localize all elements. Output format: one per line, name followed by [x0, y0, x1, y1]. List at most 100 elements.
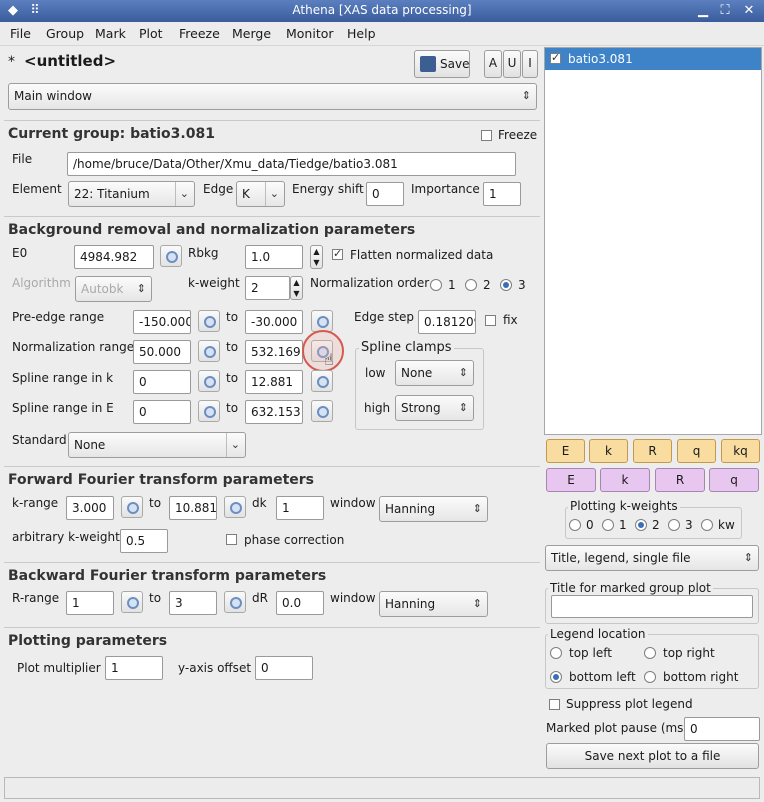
- preedge-from-field[interactable]: -150.000: [133, 310, 191, 334]
- splinek-to-field[interactable]: 12.881: [245, 370, 303, 394]
- rrange-from-field[interactable]: 1: [66, 591, 114, 615]
- krange-from-field[interactable]: 3.000: [66, 496, 114, 520]
- splinee-from-field[interactable]: 0: [133, 400, 191, 424]
- menu-merge[interactable]: Merge: [232, 26, 271, 41]
- view-selector[interactable]: Main window ⇕: [8, 83, 537, 110]
- suppress-legend-checkbox[interactable]: [549, 699, 560, 710]
- kweight-radio-1[interactable]: [602, 519, 614, 531]
- normrange-from-field[interactable]: 50.000: [133, 340, 191, 364]
- kweight-radio-0[interactable]: [569, 519, 581, 531]
- backward-window-value: Hanning: [385, 597, 436, 611]
- preedge-to-field[interactable]: -30.000: [245, 310, 303, 334]
- menu-group[interactable]: Group: [46, 26, 84, 41]
- file-path-field[interactable]: /home/bruce/Data/Other/Xmu_data/Tiedge/b…: [67, 152, 516, 176]
- plot-kq-button[interactable]: kq: [721, 439, 760, 463]
- edge-step-field[interactable]: 0.181209: [418, 310, 476, 334]
- menu-help[interactable]: Help: [347, 26, 376, 41]
- splinee-to-pick-button[interactable]: [311, 400, 333, 422]
- minimize-icon[interactable]: ▁: [694, 2, 712, 20]
- clamp-low-select[interactable]: None ⇕: [395, 360, 474, 386]
- legend-bottom-left-radio[interactable]: [550, 671, 562, 683]
- plot-marked-q-button[interactable]: q: [709, 468, 759, 492]
- fix-checkbox[interactable]: [485, 315, 496, 326]
- plot-style-select[interactable]: Title, legend, single file ⇕: [545, 545, 759, 571]
- menu-file[interactable]: File: [10, 26, 31, 41]
- splinek-from-pick-button[interactable]: [198, 370, 220, 392]
- splinee-from-pick-button[interactable]: [198, 400, 220, 422]
- kweight-radio-2[interactable]: [635, 519, 647, 531]
- close-icon[interactable]: ✕: [740, 2, 758, 20]
- legend-bottom-right-radio[interactable]: [644, 671, 656, 683]
- krange-to-field[interactable]: 10.881: [169, 496, 217, 520]
- forward-window-select[interactable]: Hanning ⇕: [379, 496, 488, 522]
- dr-field[interactable]: 0.0: [276, 591, 324, 615]
- energy-shift-field[interactable]: 0: [366, 182, 404, 206]
- importance-field[interactable]: 1: [483, 182, 521, 206]
- plot-q-button[interactable]: q: [677, 439, 716, 463]
- norm-order-radio-3[interactable]: [500, 279, 512, 291]
- maximize-icon[interactable]: ⛶: [716, 2, 734, 20]
- normrange-to-field[interactable]: 532.169: [245, 340, 303, 364]
- splinee-to-field[interactable]: 632.1531: [245, 400, 303, 424]
- list-item[interactable]: batio3.081: [545, 48, 761, 70]
- preedge-to-pick-button[interactable]: [311, 310, 333, 332]
- updown-icon: ⇕: [458, 401, 468, 414]
- menu-plot[interactable]: Plot: [139, 26, 163, 41]
- plot-marked-e-button[interactable]: E: [546, 468, 596, 492]
- rrange-from-pick-button[interactable]: [121, 591, 143, 613]
- plot-pause-field[interactable]: 0: [684, 717, 760, 741]
- plot-r-button[interactable]: R: [633, 439, 672, 463]
- splinek-from-field[interactable]: 0: [133, 370, 191, 394]
- kweight-radio-kw[interactable]: [701, 519, 713, 531]
- krange-from-pick-button[interactable]: [121, 496, 143, 518]
- kweight-radio-3[interactable]: [668, 519, 680, 531]
- splinek-label: Spline range in k: [12, 371, 114, 385]
- legend-top-right-radio[interactable]: [644, 647, 656, 659]
- rrange-to-field[interactable]: 3: [169, 591, 217, 615]
- e0-pick-button[interactable]: [160, 245, 182, 267]
- mark-checkbox[interactable]: [550, 51, 561, 64]
- plot-title-field[interactable]: [551, 595, 753, 618]
- flatten-checkbox[interactable]: [332, 247, 343, 260]
- preedge-from-pick-button[interactable]: [198, 310, 220, 332]
- rbkg-field[interactable]: 1.0: [245, 245, 303, 269]
- backward-window-select[interactable]: Hanning ⇕: [379, 591, 488, 617]
- group-list[interactable]: batio3.081: [544, 47, 762, 435]
- menu-freeze[interactable]: Freeze: [179, 26, 220, 41]
- clamp-high-select[interactable]: Strong ⇕: [395, 395, 474, 421]
- save-button[interactable]: Save: [414, 50, 470, 78]
- i-button[interactable]: I: [522, 50, 538, 78]
- kweight-spinner[interactable]: ▲ ▼: [290, 276, 303, 300]
- norm-order-radio-1[interactable]: [430, 279, 442, 291]
- plot-k-button[interactable]: k: [589, 439, 628, 463]
- u-button[interactable]: U: [503, 50, 521, 78]
- clamp-low-value: None: [401, 366, 433, 380]
- plot-marked-r-button[interactable]: R: [655, 468, 705, 492]
- element-select[interactable]: 22: Titanium ⌄: [68, 181, 195, 207]
- dk-field[interactable]: 1: [276, 496, 324, 520]
- edge-select[interactable]: K ⌄: [236, 181, 285, 207]
- legend-top-left-radio[interactable]: [550, 647, 562, 659]
- arb-kweight-field[interactable]: 0.5: [120, 529, 168, 553]
- plot-marked-k-button[interactable]: k: [600, 468, 650, 492]
- freeze-checkbox[interactable]: [481, 130, 492, 141]
- kweight-field[interactable]: 2: [245, 276, 290, 300]
- splinek-to-pick-button[interactable]: [311, 370, 333, 392]
- normrange-from-pick-button[interactable]: [198, 340, 220, 362]
- to-label: to: [149, 496, 162, 510]
- y-offset-field[interactable]: 0: [255, 656, 313, 680]
- phase-correction-checkbox[interactable]: [226, 534, 237, 545]
- rbkg-spinner[interactable]: ▲ ▼: [310, 245, 323, 269]
- krange-to-pick-button[interactable]: [224, 496, 246, 518]
- menu-monitor[interactable]: Monitor: [286, 26, 334, 41]
- e0-field[interactable]: 4984.982: [74, 245, 154, 269]
- rrange-to-pick-button[interactable]: [224, 591, 246, 613]
- backward-heading: Backward Fourier transform parameters: [8, 568, 327, 584]
- plot-multiplier-field[interactable]: 1: [105, 656, 163, 680]
- menu-mark[interactable]: Mark: [95, 26, 126, 41]
- plot-e-button[interactable]: E: [546, 439, 585, 463]
- norm-order-radio-2[interactable]: [465, 279, 477, 291]
- a-button[interactable]: A: [484, 50, 502, 78]
- save-next-plot-button[interactable]: Save next plot to a file: [546, 743, 759, 769]
- standard-select[interactable]: None ⌄: [68, 432, 246, 458]
